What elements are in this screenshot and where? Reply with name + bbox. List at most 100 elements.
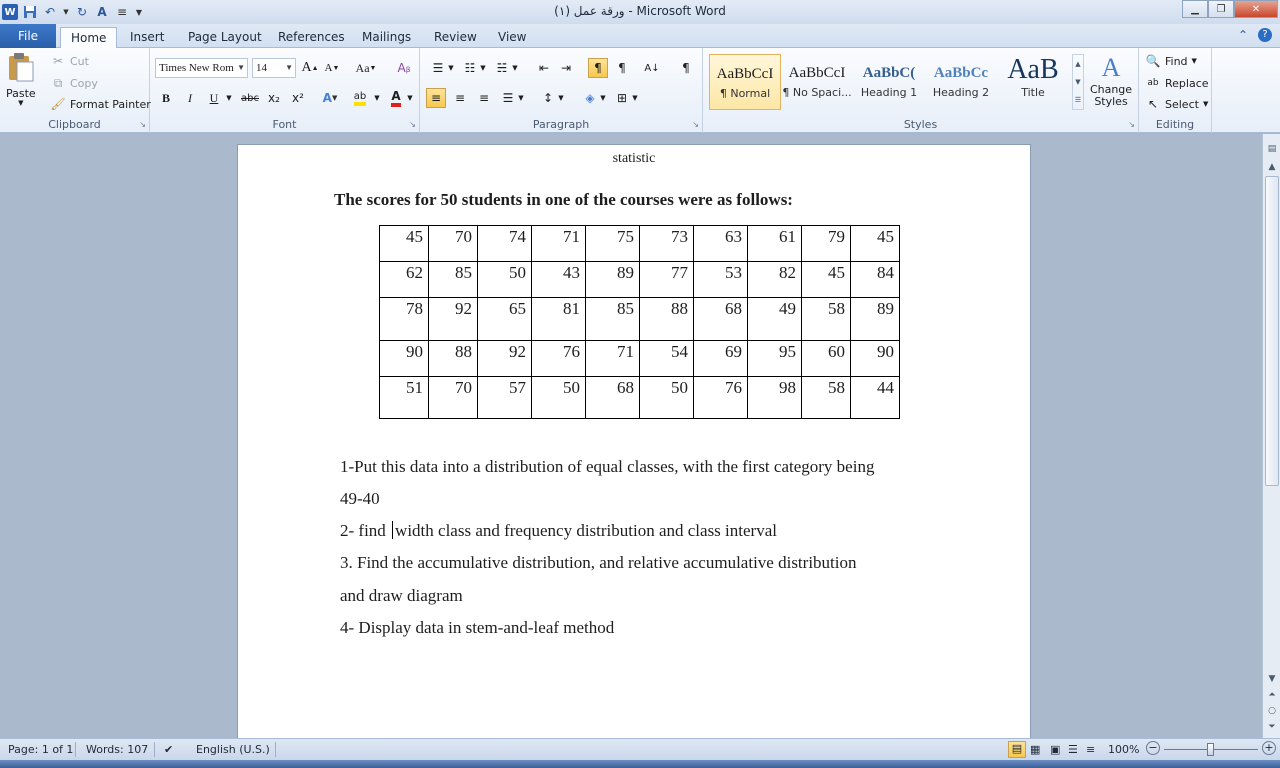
table-cell[interactable]: 90 xyxy=(379,340,429,377)
cut-button[interactable]: ✂ Cut xyxy=(50,53,89,69)
zoom-out-button[interactable]: − xyxy=(1146,741,1160,755)
font-color-icon[interactable]: A xyxy=(386,88,406,108)
page-count[interactable]: Page: 1 of 1 xyxy=(8,743,73,756)
font-color-dropdown-icon[interactable]: ▼ xyxy=(405,88,415,108)
strikethrough-button[interactable]: abc xyxy=(238,88,262,108)
style-no-spacing[interactable]: AaBbCcI ¶ No Spaci... xyxy=(781,54,853,110)
proofing-icon[interactable]: ✔ xyxy=(164,743,173,756)
table-cell[interactable]: 65 xyxy=(477,297,532,341)
show-hide-button[interactable]: ¶ xyxy=(676,58,696,78)
styles-scroll[interactable]: ▲ ▼ ☰ xyxy=(1072,54,1084,110)
multilevel-list-icon[interactable]: ☵ xyxy=(492,58,512,78)
clear-formatting-button[interactable]: Aᵦ xyxy=(394,58,414,78)
table-cell[interactable]: 78 xyxy=(379,297,429,341)
table-cell[interactable]: 89 xyxy=(850,297,900,341)
text-effects-icon[interactable]: A ▼ xyxy=(320,88,340,108)
increase-indent-icon[interactable]: ⇥ xyxy=(556,58,576,78)
underline-button[interactable]: U xyxy=(204,88,224,108)
right-to-left-icon[interactable]: ¶ xyxy=(612,58,632,78)
italic-button[interactable]: I xyxy=(180,88,200,108)
styles-launcher-icon[interactable]: ↘ xyxy=(1128,120,1135,129)
next-page-icon[interactable]: ⏷ xyxy=(1265,720,1279,734)
justify-text-icon[interactable]: ☰ xyxy=(498,88,518,108)
tab-references[interactable]: References xyxy=(268,27,355,48)
line-spacing-icon[interactable]: ↕ xyxy=(538,88,558,108)
tab-view[interactable]: View xyxy=(488,27,536,48)
table-cell[interactable]: 54 xyxy=(639,340,694,377)
ruler-toggle-icon[interactable]: ▤ xyxy=(1265,142,1279,156)
scroll-up-icon[interactable]: ▲ xyxy=(1265,160,1279,174)
table-cell[interactable]: 70 xyxy=(428,376,478,419)
font-name-box[interactable]: Times New Rom ▼ xyxy=(155,58,248,78)
table-cell[interactable]: 63 xyxy=(693,225,748,262)
paste-button[interactable]: Paste ▼ xyxy=(6,52,36,107)
font-launcher-icon[interactable]: ↘ xyxy=(409,120,416,129)
line-spacing-dropdown-icon[interactable]: ▼ xyxy=(556,88,566,108)
highlight-dropdown-icon[interactable]: ▼ xyxy=(372,88,382,108)
table-cell[interactable]: 79 xyxy=(801,225,851,262)
word-count[interactable]: Words: 107 xyxy=(86,743,148,756)
find-button[interactable]: 🔍 Find ▼ xyxy=(1145,53,1197,69)
change-styles-button[interactable]: A Change Styles xyxy=(1089,52,1133,108)
table-cell[interactable]: 60 xyxy=(801,340,851,377)
table-cell[interactable]: 76 xyxy=(693,376,748,419)
table-cell[interactable]: 68 xyxy=(585,376,640,419)
web-layout-icon[interactable]: ▣ xyxy=(1050,743,1060,756)
previous-page-icon[interactable]: ⏶ xyxy=(1265,688,1279,702)
table-cell[interactable]: 50 xyxy=(531,376,586,419)
subscript-button[interactable]: x₂ xyxy=(264,88,284,108)
table-cell[interactable]: 51 xyxy=(379,376,429,419)
format-painter-button[interactable]: 🖌 Format Painter xyxy=(50,96,150,112)
table-cell[interactable]: 43 xyxy=(531,261,586,298)
table-cell[interactable]: 85 xyxy=(585,297,640,341)
table-cell[interactable]: 50 xyxy=(639,376,694,419)
tab-insert[interactable]: Insert xyxy=(120,27,174,48)
tab-review[interactable]: Review xyxy=(424,27,487,48)
bold-button[interactable]: B xyxy=(156,88,176,108)
table-cell[interactable]: 92 xyxy=(428,297,478,341)
table-cell[interactable]: 85 xyxy=(428,261,478,298)
borders-dropdown-icon[interactable]: ▼ xyxy=(630,88,640,108)
shading-icon[interactable]: ◈ xyxy=(580,88,600,108)
table-cell[interactable]: 82 xyxy=(747,261,802,298)
align-right-icon[interactable]: ≡ xyxy=(474,88,494,108)
table-cell[interactable]: 45 xyxy=(801,261,851,298)
bullets-dropdown-icon[interactable]: ▼ xyxy=(446,58,456,78)
sort-icon[interactable]: A↓ xyxy=(642,58,662,78)
table-cell[interactable]: 77 xyxy=(639,261,694,298)
tab-page-layout[interactable]: Page Layout xyxy=(178,27,272,48)
tab-file[interactable]: File xyxy=(0,24,56,48)
draft-icon[interactable]: ≡ xyxy=(1086,743,1095,756)
help-icon[interactable]: ? xyxy=(1258,28,1272,42)
select-button[interactable]: ↖ Select ▼ xyxy=(1145,96,1208,112)
multilevel-dropdown-icon[interactable]: ▼ xyxy=(510,58,520,78)
browse-object-icon[interactable]: ○ xyxy=(1265,704,1279,718)
document-page[interactable]: statistic The scores for 50 students in … xyxy=(237,144,1031,738)
highlight-color-icon[interactable]: ab xyxy=(350,88,370,108)
change-case-button[interactable]: Aa ▼ xyxy=(352,58,380,78)
left-to-right-icon[interactable]: ¶ xyxy=(588,58,608,78)
table-cell[interactable]: 71 xyxy=(531,225,586,262)
align-center-icon[interactable]: ≡ xyxy=(450,88,470,108)
bullets-icon[interactable]: ☰ xyxy=(428,58,448,78)
minimize-ribbon-icon[interactable]: ⌃ xyxy=(1238,28,1248,42)
table-cell[interactable]: 81 xyxy=(531,297,586,341)
zoom-slider-thumb[interactable] xyxy=(1207,743,1214,756)
shrink-font-button[interactable]: A ▼ xyxy=(322,58,342,78)
table-cell[interactable]: 58 xyxy=(801,297,851,341)
borders-icon[interactable]: ⊞ xyxy=(612,88,632,108)
table-cell[interactable]: 50 xyxy=(477,261,532,298)
superscript-button[interactable]: x² xyxy=(288,88,308,108)
table-cell[interactable]: 53 xyxy=(693,261,748,298)
zoom-in-button[interactable]: + xyxy=(1262,741,1276,755)
table-cell[interactable]: 73 xyxy=(639,225,694,262)
table-cell[interactable]: 84 xyxy=(850,261,900,298)
scroll-down-icon[interactable]: ▼ xyxy=(1265,672,1279,686)
table-cell[interactable]: 45 xyxy=(850,225,900,262)
tab-mailings[interactable]: Mailings xyxy=(352,27,421,48)
table-cell[interactable]: 44 xyxy=(850,376,900,419)
table-cell[interactable]: 74 xyxy=(477,225,532,262)
align-left-icon[interactable]: ≡ xyxy=(426,88,446,108)
table-cell[interactable]: 45 xyxy=(379,225,429,262)
shading-dropdown-icon[interactable]: ▼ xyxy=(598,88,608,108)
